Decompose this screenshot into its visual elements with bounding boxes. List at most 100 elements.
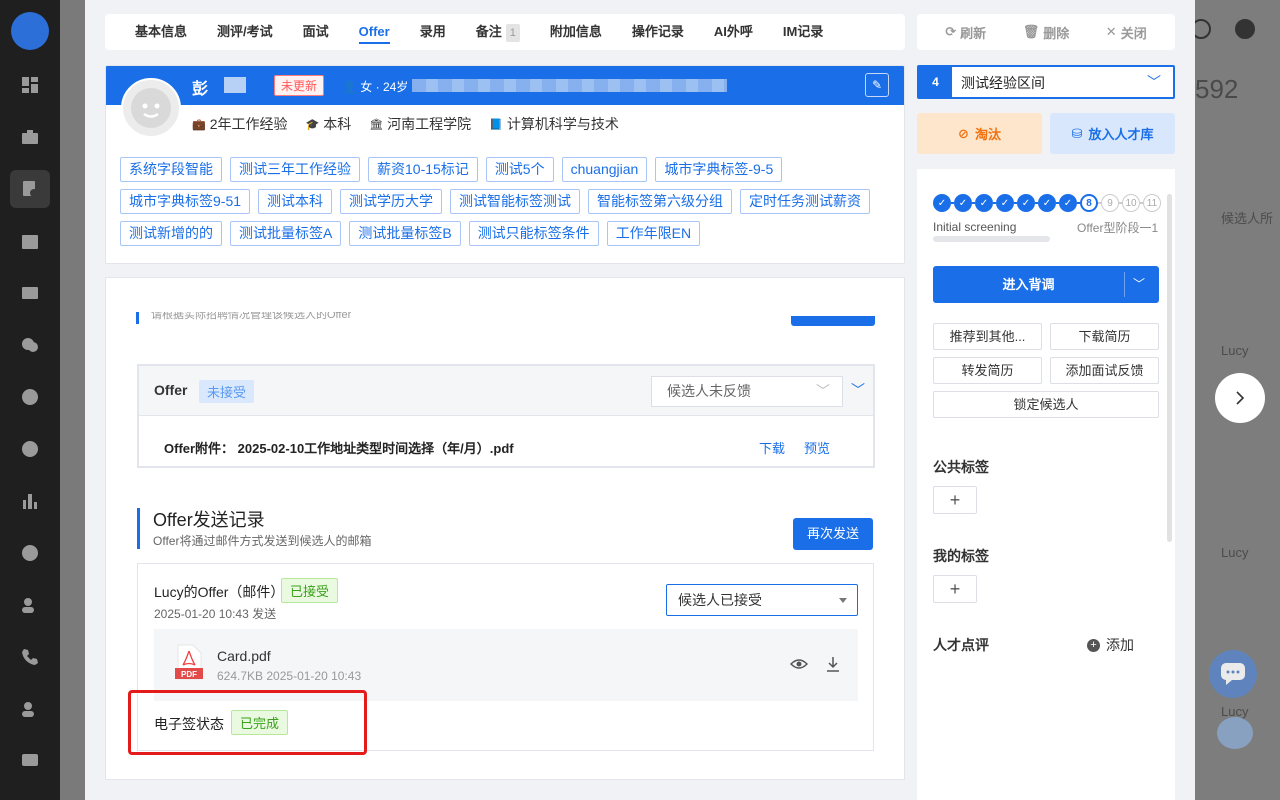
- candidate-tag[interactable]: 定时任务测试薪资: [740, 189, 871, 214]
- step-current[interactable]: 8: [1080, 194, 1098, 212]
- download-link[interactable]: 下载: [759, 438, 785, 457]
- candidate-tag[interactable]: 城市字典标签9-51: [120, 189, 251, 214]
- candidate-tag[interactable]: 薪资10-15标记: [368, 157, 478, 182]
- candidate-tag[interactable]: 城市字典标签-9-5: [655, 157, 783, 182]
- candidate-nav-icon[interactable]: [10, 170, 50, 208]
- download-icon[interactable]: [824, 655, 842, 673]
- reject-button[interactable]: ⊘ 淘汰: [917, 113, 1042, 154]
- add-feedback-button[interactable]: 添加面试反馈: [1050, 357, 1159, 384]
- tab-im-log[interactable]: IM记录: [783, 14, 823, 50]
- candidate-tag[interactable]: 测试智能标签测试: [450, 189, 581, 214]
- user-circle-icon[interactable]: [19, 542, 41, 564]
- edit-icon: ✎: [871, 78, 883, 92]
- tab-ai-call[interactable]: AI外呼: [714, 14, 753, 50]
- lock-candidate-button[interactable]: 锁定候选人: [933, 391, 1159, 418]
- candidate-tag[interactable]: 测试学历大学: [340, 189, 443, 214]
- candidate-tag[interactable]: 测试本科: [258, 189, 333, 214]
- chat-fab[interactable]: [1209, 650, 1257, 698]
- add-my-tag-button[interactable]: +: [933, 575, 977, 603]
- step-done-icon[interactable]: ✓: [1017, 194, 1035, 212]
- step-done-icon[interactable]: ✓: [933, 194, 951, 212]
- tab-interview[interactable]: 面试: [303, 14, 329, 50]
- next-candidate-button[interactable]: [1215, 373, 1265, 423]
- message-icon[interactable]: [19, 750, 41, 772]
- tab-operation-log[interactable]: 操作记录: [632, 14, 684, 50]
- app-logo[interactable]: [11, 12, 49, 50]
- download-resume-button[interactable]: 下载简历: [1050, 323, 1159, 350]
- forward-resume-button[interactable]: 转发简历: [933, 357, 1042, 384]
- trash-icon: 🗑: [1022, 24, 1040, 39]
- gender-age-text: 女 · 24岁: [360, 80, 409, 94]
- refresh-button[interactable]: ⟳ 刷新: [945, 23, 986, 42]
- bar-chart-icon[interactable]: [19, 490, 41, 512]
- eye-icon[interactable]: [790, 655, 808, 673]
- send-record-subtitle: Offer将通过邮件方式发送到候选人的邮箱: [153, 534, 372, 548]
- tab-offer[interactable]: Offer: [358, 14, 390, 50]
- school-icon: 🏛: [369, 118, 384, 131]
- id-card-icon[interactable]: [19, 282, 41, 304]
- step-done-icon[interactable]: ✓: [975, 194, 993, 212]
- preview-link[interactable]: 预览: [804, 438, 830, 457]
- thumb-icon[interactable]: [19, 386, 41, 408]
- step-future[interactable]: 10: [1122, 194, 1140, 212]
- edit-profile-button[interactable]: ✎: [865, 73, 889, 97]
- expand-chevron-icon[interactable]: ﹀: [851, 380, 865, 400]
- dashboard-icon[interactable]: [19, 74, 41, 96]
- wechat-icon[interactable]: [19, 334, 41, 356]
- enter-background-check-button[interactable]: 进入背调 ﹀: [933, 266, 1159, 303]
- candidate-tag[interactable]: 工作年限EN: [606, 221, 701, 246]
- users-icon[interactable]: [19, 594, 41, 616]
- pie-chart-icon[interactable]: [19, 438, 41, 460]
- tab-notes[interactable]: 备注 1: [476, 14, 520, 50]
- phone-icon[interactable]: [19, 646, 41, 668]
- step-done-icon[interactable]: ✓: [1038, 194, 1056, 212]
- step-future[interactable]: 9: [1101, 194, 1119, 212]
- candidate-tag[interactable]: 系统字段智能: [120, 157, 222, 182]
- tab-notes-label: 备注: [475, 24, 502, 39]
- tab-extra-info[interactable]: 附加信息: [550, 14, 602, 50]
- briefcase-icon[interactable]: [19, 126, 41, 148]
- add-public-tag-button[interactable]: +: [933, 486, 977, 514]
- offer-top-button[interactable]: [791, 316, 875, 326]
- tab-assessment[interactable]: 测评/考试: [217, 14, 273, 50]
- record-status-badge: 已接受: [281, 578, 339, 603]
- candidate-tag[interactable]: 测试批量标签B: [349, 221, 461, 246]
- step-done-icon[interactable]: ✓: [1059, 194, 1077, 212]
- candidate-tag[interactable]: 测试批量标签A: [230, 221, 342, 246]
- step-done-icon[interactable]: ✓: [996, 194, 1014, 212]
- graduation-cap-icon: 🎓: [305, 118, 320, 131]
- candidate-tag[interactable]: 测试5个: [485, 157, 554, 182]
- tab-basic-info[interactable]: 基本信息: [135, 14, 187, 50]
- calendar-icon[interactable]: [19, 230, 41, 252]
- resend-button[interactable]: 再次发送: [793, 518, 873, 550]
- school-item: 🏛 河南工程学院: [369, 114, 471, 134]
- assistant-bot-icon[interactable]: [1217, 717, 1253, 749]
- delete-button[interactable]: 🗑 删除: [1023, 23, 1070, 42]
- candidate-feedback-select[interactable]: 候选人未反馈 ﹀: [651, 376, 843, 407]
- chevron-down-icon: ﹀: [816, 383, 830, 399]
- stage-scroll-track[interactable]: [933, 236, 1050, 242]
- step-done-icon[interactable]: ✓: [954, 194, 972, 212]
- candidate-tag[interactable]: chuangjian: [561, 157, 648, 182]
- candidate-tag[interactable]: 测试新增的的: [120, 221, 222, 246]
- major-text: 计算机科学与技术: [506, 116, 619, 132]
- candidate-tag[interactable]: 智能标签第六级分组: [588, 189, 733, 214]
- panel-scrollbar[interactable]: [1167, 194, 1172, 542]
- add-review-button[interactable]: + 添加: [1087, 635, 1134, 655]
- update-status-badge: 未更新: [274, 75, 325, 96]
- pdf-file-icon: PDF: [175, 644, 203, 680]
- candidate-tag[interactable]: 测试三年工作经验: [230, 157, 360, 182]
- recommend-button[interactable]: 推荐到其他...: [933, 323, 1042, 350]
- candidate-tag[interactable]: 测试只能标签条件: [468, 221, 599, 246]
- close-button[interactable]: ✕ 关闭: [1106, 23, 1147, 42]
- record-feedback-select[interactable]: 候选人已接受: [666, 584, 858, 616]
- user-avatar-icon[interactable]: [1235, 19, 1255, 39]
- talent-pool-button[interactable]: ⛁ 放入人才库: [1050, 113, 1175, 154]
- step-future[interactable]: 11: [1143, 194, 1161, 212]
- user-settings-icon[interactable]: [19, 698, 41, 720]
- talent-review-label: 人才点评: [933, 637, 989, 653]
- stage-select[interactable]: 4 测试经验区间 ﹀: [917, 65, 1175, 99]
- tab-hire[interactable]: 录用: [420, 14, 446, 50]
- chevron-down-icon[interactable]: ﹀: [1133, 266, 1145, 303]
- file-meta: 624.7KB 2025-01-20 10:43: [217, 669, 362, 683]
